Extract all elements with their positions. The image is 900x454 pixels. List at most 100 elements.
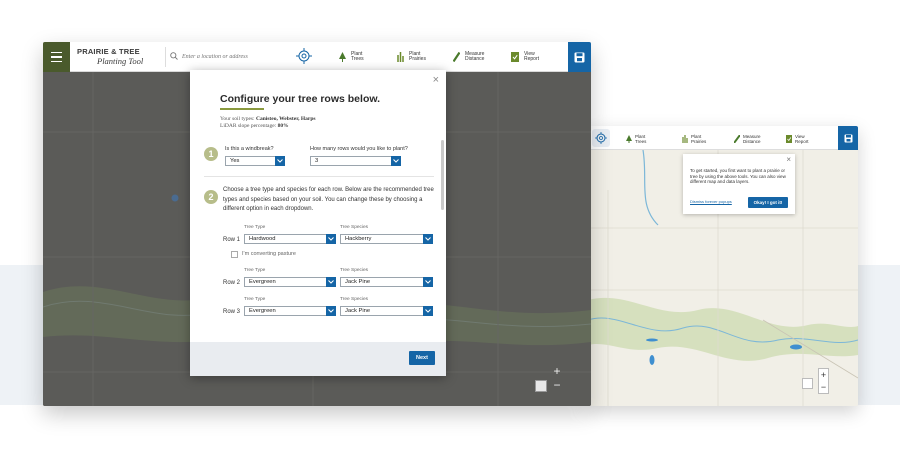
popup-text: To get started, you first want to plant … [690,168,786,185]
windbreak-select[interactable]: Yes [225,156,285,166]
zoom-out-button[interactable]: − [550,378,564,392]
view-report-tool[interactable]: View Report [511,50,539,64]
pasture-checkbox[interactable] [231,251,238,258]
chevron-down-icon [391,156,401,166]
tool-label: Trees [635,139,647,144]
chevron-down-icon [326,306,336,316]
tool-label: Prairies [409,56,426,62]
plant-prairies-tool[interactable]: Plant Prairies [397,50,426,64]
modal-scrollbar[interactable] [441,140,444,210]
windbreak-value: Yes [230,158,240,164]
ruler-icon [734,135,740,143]
rows-count-label: How many rows would you like to plant? [310,146,408,152]
close-icon[interactable]: × [786,155,791,164]
save-button[interactable] [568,42,591,72]
modal-footer [190,342,446,376]
plant-trees-tool-2[interactable]: Plant Trees [626,132,646,146]
tree-species-heading: Tree Species [340,268,369,273]
ruler-icon [453,52,460,62]
menu-button[interactable] [43,42,70,72]
layers-icon[interactable] [535,380,547,392]
chevron-down-icon [326,277,336,287]
measure-distance-tool[interactable]: Measure Distance [453,50,484,64]
save-icon [574,52,585,62]
zoom-control: + − [550,364,564,394]
row-3-type-value: Evergreen [249,308,276,314]
prairie-icon [397,52,404,62]
tool-label: Distance [743,139,761,144]
okay-button[interactable]: Okay! I got it! [748,197,788,208]
tree-type-heading: Tree Type [244,268,266,273]
windbreak-label: Is this a windbreak? [225,146,274,152]
chevron-down-icon [275,156,285,166]
row-3-label: Row 3 [223,309,241,315]
row-2-type-select[interactable]: Evergreen [244,277,336,287]
stage: Plant Trees Plant Prairies Measure Distance… [0,0,900,454]
rows-count-select[interactable]: 3 [310,156,401,166]
chevron-down-icon [423,234,433,244]
plant-trees-tool[interactable]: Plant Trees [339,50,364,64]
save-icon [844,134,852,142]
row-1-species-value: Hackberry [345,236,372,242]
row-2-type-value: Evergreen [249,279,276,285]
tool-label: Report [795,139,809,144]
row-2-species-select[interactable]: Jack Pine [340,277,433,287]
report-icon [511,52,519,62]
row-2-species-value: Jack Pine [345,279,371,285]
report-icon [786,135,792,143]
zoom-in-button[interactable]: + [550,364,564,378]
soil-value: Canisteo, Webster, Harps [255,116,316,122]
step-2-instructions: Choose a tree type and species for each … [223,187,434,212]
tool-label: Trees [351,56,364,62]
plant-prairies-tool-2[interactable]: Plant Prairies [682,132,706,146]
row-3-species-select[interactable]: Jack Pine [340,306,433,316]
row-1-label: Row 1 [223,237,241,243]
chevron-down-icon [326,234,336,244]
search-input[interactable] [182,50,287,64]
getting-started-popup: × To get started, you first want to plan… [683,154,795,214]
chevron-down-icon [423,277,433,287]
title-underline [220,108,264,110]
tool-label: Report [524,56,540,62]
close-icon[interactable]: × [433,74,439,86]
configure-rows-modal: × Configure your tree rows below. Your s… [190,70,446,376]
soil-label: Your soil types: [220,116,255,122]
zoom-control-2: + − [818,368,829,394]
tree-icon [339,52,346,62]
rows-count-value: 3 [315,158,319,164]
row-1-species-select[interactable]: Hackberry [340,234,433,244]
slope-label: LiDAR slope percentage: [220,123,277,129]
view-report-tool-2[interactable]: View Report [786,132,809,146]
slope-value: 80% [277,123,289,129]
locate-icon [296,48,312,64]
layers-icon[interactable] [802,378,813,389]
tool-label: Prairies [691,139,707,144]
row-2-label: Row 2 [223,280,241,286]
row-1-type-value: Hardwood [249,236,276,242]
next-button[interactable]: Next [409,351,435,365]
brand-title: PRAIRIE & TREE [77,47,140,56]
hamburger-icon [51,51,62,54]
search-icon [170,52,178,60]
measure-distance-tool-2[interactable]: Measure Distance [734,132,761,146]
secondary-app-window: Plant Trees Plant Prairies Measure Distance… [588,126,858,406]
save-button-2[interactable] [838,126,858,150]
divider [204,176,434,177]
locate-button[interactable] [295,47,313,65]
row-3-species-value: Jack Pine [345,308,371,314]
top-toolbar: PRAIRIE & TREE Planting Tool PlantTrees … [43,42,591,72]
row-1-type-select[interactable]: Hardwood [244,234,336,244]
step-1-badge: 1 [204,147,218,161]
step-2-badge: 2 [204,190,218,204]
search-bar [165,47,315,67]
secondary-toolbar: Plant Trees Plant Prairies Measure Distance… [588,126,858,150]
row-3-type-select[interactable]: Evergreen [244,306,336,316]
locate-icon[interactable] [592,129,610,147]
tool-label: Distance [465,56,485,62]
pasture-checkbox-label: I'm converting pasture [242,251,296,257]
zoom-out-button[interactable]: − [819,381,828,393]
brand-subtitle: Planting Tool [97,56,144,66]
dismiss-popups-link[interactable]: Dismiss forever popups [690,199,732,204]
modal-title: Configure your tree rows below. [220,93,381,105]
zoom-in-button[interactable]: + [819,369,828,381]
